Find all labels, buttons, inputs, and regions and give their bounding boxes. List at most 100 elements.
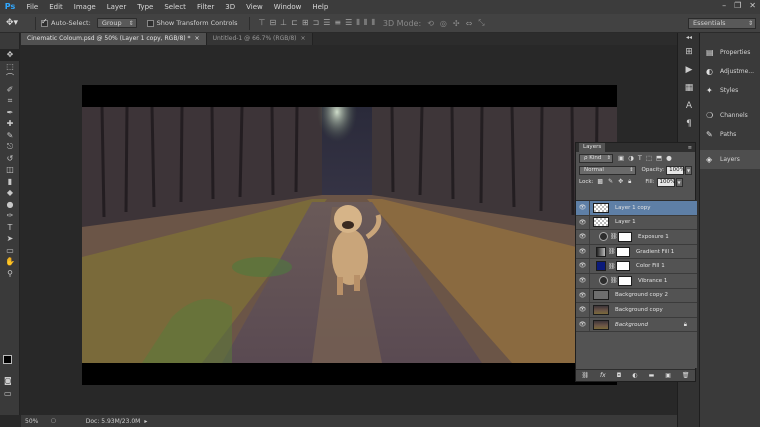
zoom-tool-icon[interactable]: ⚲: [0, 268, 20, 280]
close-button[interactable]: ✕: [749, 1, 756, 10]
new-adjustment-icon[interactable]: ◐: [632, 372, 637, 379]
layer-row[interactable]: 👁︎ Background 🔒︎: [576, 317, 697, 333]
eyedropper-tool-icon[interactable]: ✒: [0, 107, 20, 119]
auto-select-checkbox[interactable]: Auto-Select:: [41, 17, 91, 27]
dodge-tool-icon[interactable]: ●: [0, 199, 20, 211]
shape-tool-icon[interactable]: ▭: [0, 245, 20, 257]
filter-smart-icon[interactable]: ⬒: [656, 154, 662, 162]
dock-layers[interactable]: ◈ Layers: [700, 150, 760, 169]
filter-pixel-icon[interactable]: ▣: [618, 154, 624, 162]
show-transform-controls-checkbox[interactable]: Show Transform Controls: [146, 19, 238, 27]
fill-arrow-icon[interactable]: ▼: [675, 177, 683, 187]
menu-3d[interactable]: 3D: [220, 0, 241, 14]
menu-view[interactable]: View: [241, 0, 269, 14]
visibility-eye-icon[interactable]: 👁︎: [576, 273, 590, 288]
filter-toggle-icon[interactable]: ●: [666, 154, 672, 162]
distribute-right-icon[interactable]: ⦀: [371, 18, 375, 28]
filter-kind-dropdown[interactable]: ρ Kind: [579, 153, 613, 163]
character-icon[interactable]: A: [678, 97, 700, 115]
status-menu-icon[interactable]: ▢: [51, 418, 56, 424]
clone-stamp-tool-icon[interactable]: ⎋: [0, 141, 20, 153]
link-layers-icon[interactable]: ⛓: [581, 372, 589, 379]
maximize-button[interactable]: ❐: [734, 1, 741, 10]
dock-properties[interactable]: ▤ Properties: [700, 43, 760, 62]
blur-tool-icon[interactable]: ◆: [0, 187, 20, 199]
layer-mask-thumbnail[interactable]: [618, 231, 632, 242]
menu-window[interactable]: Window: [268, 0, 307, 14]
document-canvas[interactable]: [82, 85, 617, 385]
dock-adjustments[interactable]: ◐ Adjustme...: [700, 62, 760, 81]
path-select-tool-icon[interactable]: ➤: [0, 233, 20, 245]
paragraph-icon[interactable]: ¶: [678, 115, 700, 133]
layer-row[interactable]: 👁︎ ⛓ Exposure 1: [576, 230, 697, 245]
filter-shape-icon[interactable]: ⬚: [646, 154, 652, 162]
layer-row[interactable]: 👁︎ Background copy 2: [576, 288, 697, 304]
filter-adjustment-icon[interactable]: ◑: [628, 154, 634, 162]
menu-image[interactable]: Image: [68, 0, 101, 14]
lock-image-icon[interactable]: ✎: [608, 178, 613, 186]
layer-mask-thumbnail[interactable]: [616, 261, 630, 272]
align-left-icon[interactable]: ⊏: [291, 18, 298, 28]
visibility-eye-icon[interactable]: 👁︎: [576, 259, 590, 273]
layer-mask-thumbnail[interactable]: [618, 275, 632, 286]
visibility-eye-icon[interactable]: 👁︎: [576, 201, 590, 215]
menu-select[interactable]: Select: [159, 0, 192, 14]
fx-icon[interactable]: fx: [600, 372, 606, 379]
align-right-icon[interactable]: ⊐: [313, 18, 320, 28]
workspace-dropdown[interactable]: Essentials: [688, 18, 756, 29]
tab-layers[interactable]: Layers: [579, 143, 606, 152]
close-tab-icon[interactable]: ×: [195, 35, 200, 42]
lock-position-icon[interactable]: ✥: [618, 178, 623, 186]
quick-mask-icon[interactable]: ◙: [4, 376, 12, 385]
layer-row[interactable]: 👁︎ Background copy: [576, 303, 697, 318]
3d-roll-icon[interactable]: ◎: [440, 19, 447, 28]
menu-file[interactable]: File: [21, 0, 44, 14]
layer-mask-thumbnail[interactable]: [616, 246, 630, 257]
move-tool-icon[interactable]: ✥: [0, 49, 20, 61]
visibility-eye-icon[interactable]: 👁︎: [576, 215, 590, 230]
3d-pan-icon[interactable]: ✣: [453, 19, 460, 28]
auto-select-mode-dropdown[interactable]: Group: [96, 18, 137, 28]
foreground-color-swatch[interactable]: [3, 355, 12, 364]
history-brush-tool-icon[interactable]: ↺: [0, 153, 20, 165]
new-layer-icon[interactable]: ▣: [665, 372, 671, 379]
checkbox-icon[interactable]: [146, 19, 154, 27]
lock-all-icon[interactable]: 🔒︎: [628, 178, 631, 186]
3d-slide-icon[interactable]: ⇔: [466, 19, 473, 28]
crop-tool-icon[interactable]: ⌗: [0, 95, 20, 107]
pen-tool-icon[interactable]: ✑: [0, 210, 20, 222]
visibility-eye-icon[interactable]: 👁︎: [576, 303, 590, 317]
layer-row[interactable]: 👁︎ ⛓ Gradient Fill 1: [576, 244, 697, 260]
collapse-dock-icon[interactable]: ◂◂: [678, 33, 700, 43]
eraser-tool-icon[interactable]: ◫: [0, 164, 20, 176]
gradient-tool-icon[interactable]: ▮: [0, 176, 20, 188]
layer-row[interactable]: 👁︎ Layer 1: [576, 215, 697, 231]
visibility-eye-icon[interactable]: 👁︎: [576, 288, 590, 303]
visibility-eye-icon[interactable]: 👁︎: [576, 317, 590, 332]
align-hcenter-icon[interactable]: ⊞: [302, 18, 309, 28]
screen-mode-icon[interactable]: ▭: [4, 389, 12, 398]
dock-channels[interactable]: ❍ Channels: [700, 106, 760, 125]
brush-tool-icon[interactable]: ✎: [0, 130, 20, 142]
dock-paths[interactable]: ✎ Paths: [700, 125, 760, 144]
layer-row[interactable]: 👁︎ ⛓ Color Fill 1: [576, 259, 697, 274]
history-icon[interactable]: ⊞: [678, 43, 700, 61]
menu-type[interactable]: Type: [132, 0, 159, 14]
mask-link-icon[interactable]: ⛓: [610, 233, 618, 240]
dock-styles[interactable]: ✦ Styles: [700, 81, 760, 100]
status-arrow-icon[interactable]: ▸: [144, 418, 147, 425]
checkbox-icon[interactable]: [41, 17, 48, 27]
delete-layer-icon[interactable]: 🗑︎: [682, 372, 690, 379]
type-tool-icon[interactable]: T: [0, 222, 20, 234]
mask-link-icon[interactable]: ⛓: [608, 263, 616, 270]
healing-brush-tool-icon[interactable]: ✚: [0, 118, 20, 130]
3d-rotate-icon[interactable]: ⟲: [427, 19, 434, 28]
mask-link-icon[interactable]: ⛓: [608, 248, 616, 255]
move-tool-preset-icon[interactable]: ✥▾: [6, 16, 30, 30]
lock-transparent-icon[interactable]: ▩: [597, 178, 603, 186]
align-vcenter-icon[interactable]: ⊟: [269, 18, 276, 28]
panel-menu-icon[interactable]: ≡: [688, 145, 692, 151]
close-tab-icon[interactable]: ×: [301, 35, 306, 42]
layer-row[interactable]: 👁︎ Layer 1 copy: [576, 201, 697, 216]
fill-field[interactable]: 100%: [656, 177, 675, 187]
